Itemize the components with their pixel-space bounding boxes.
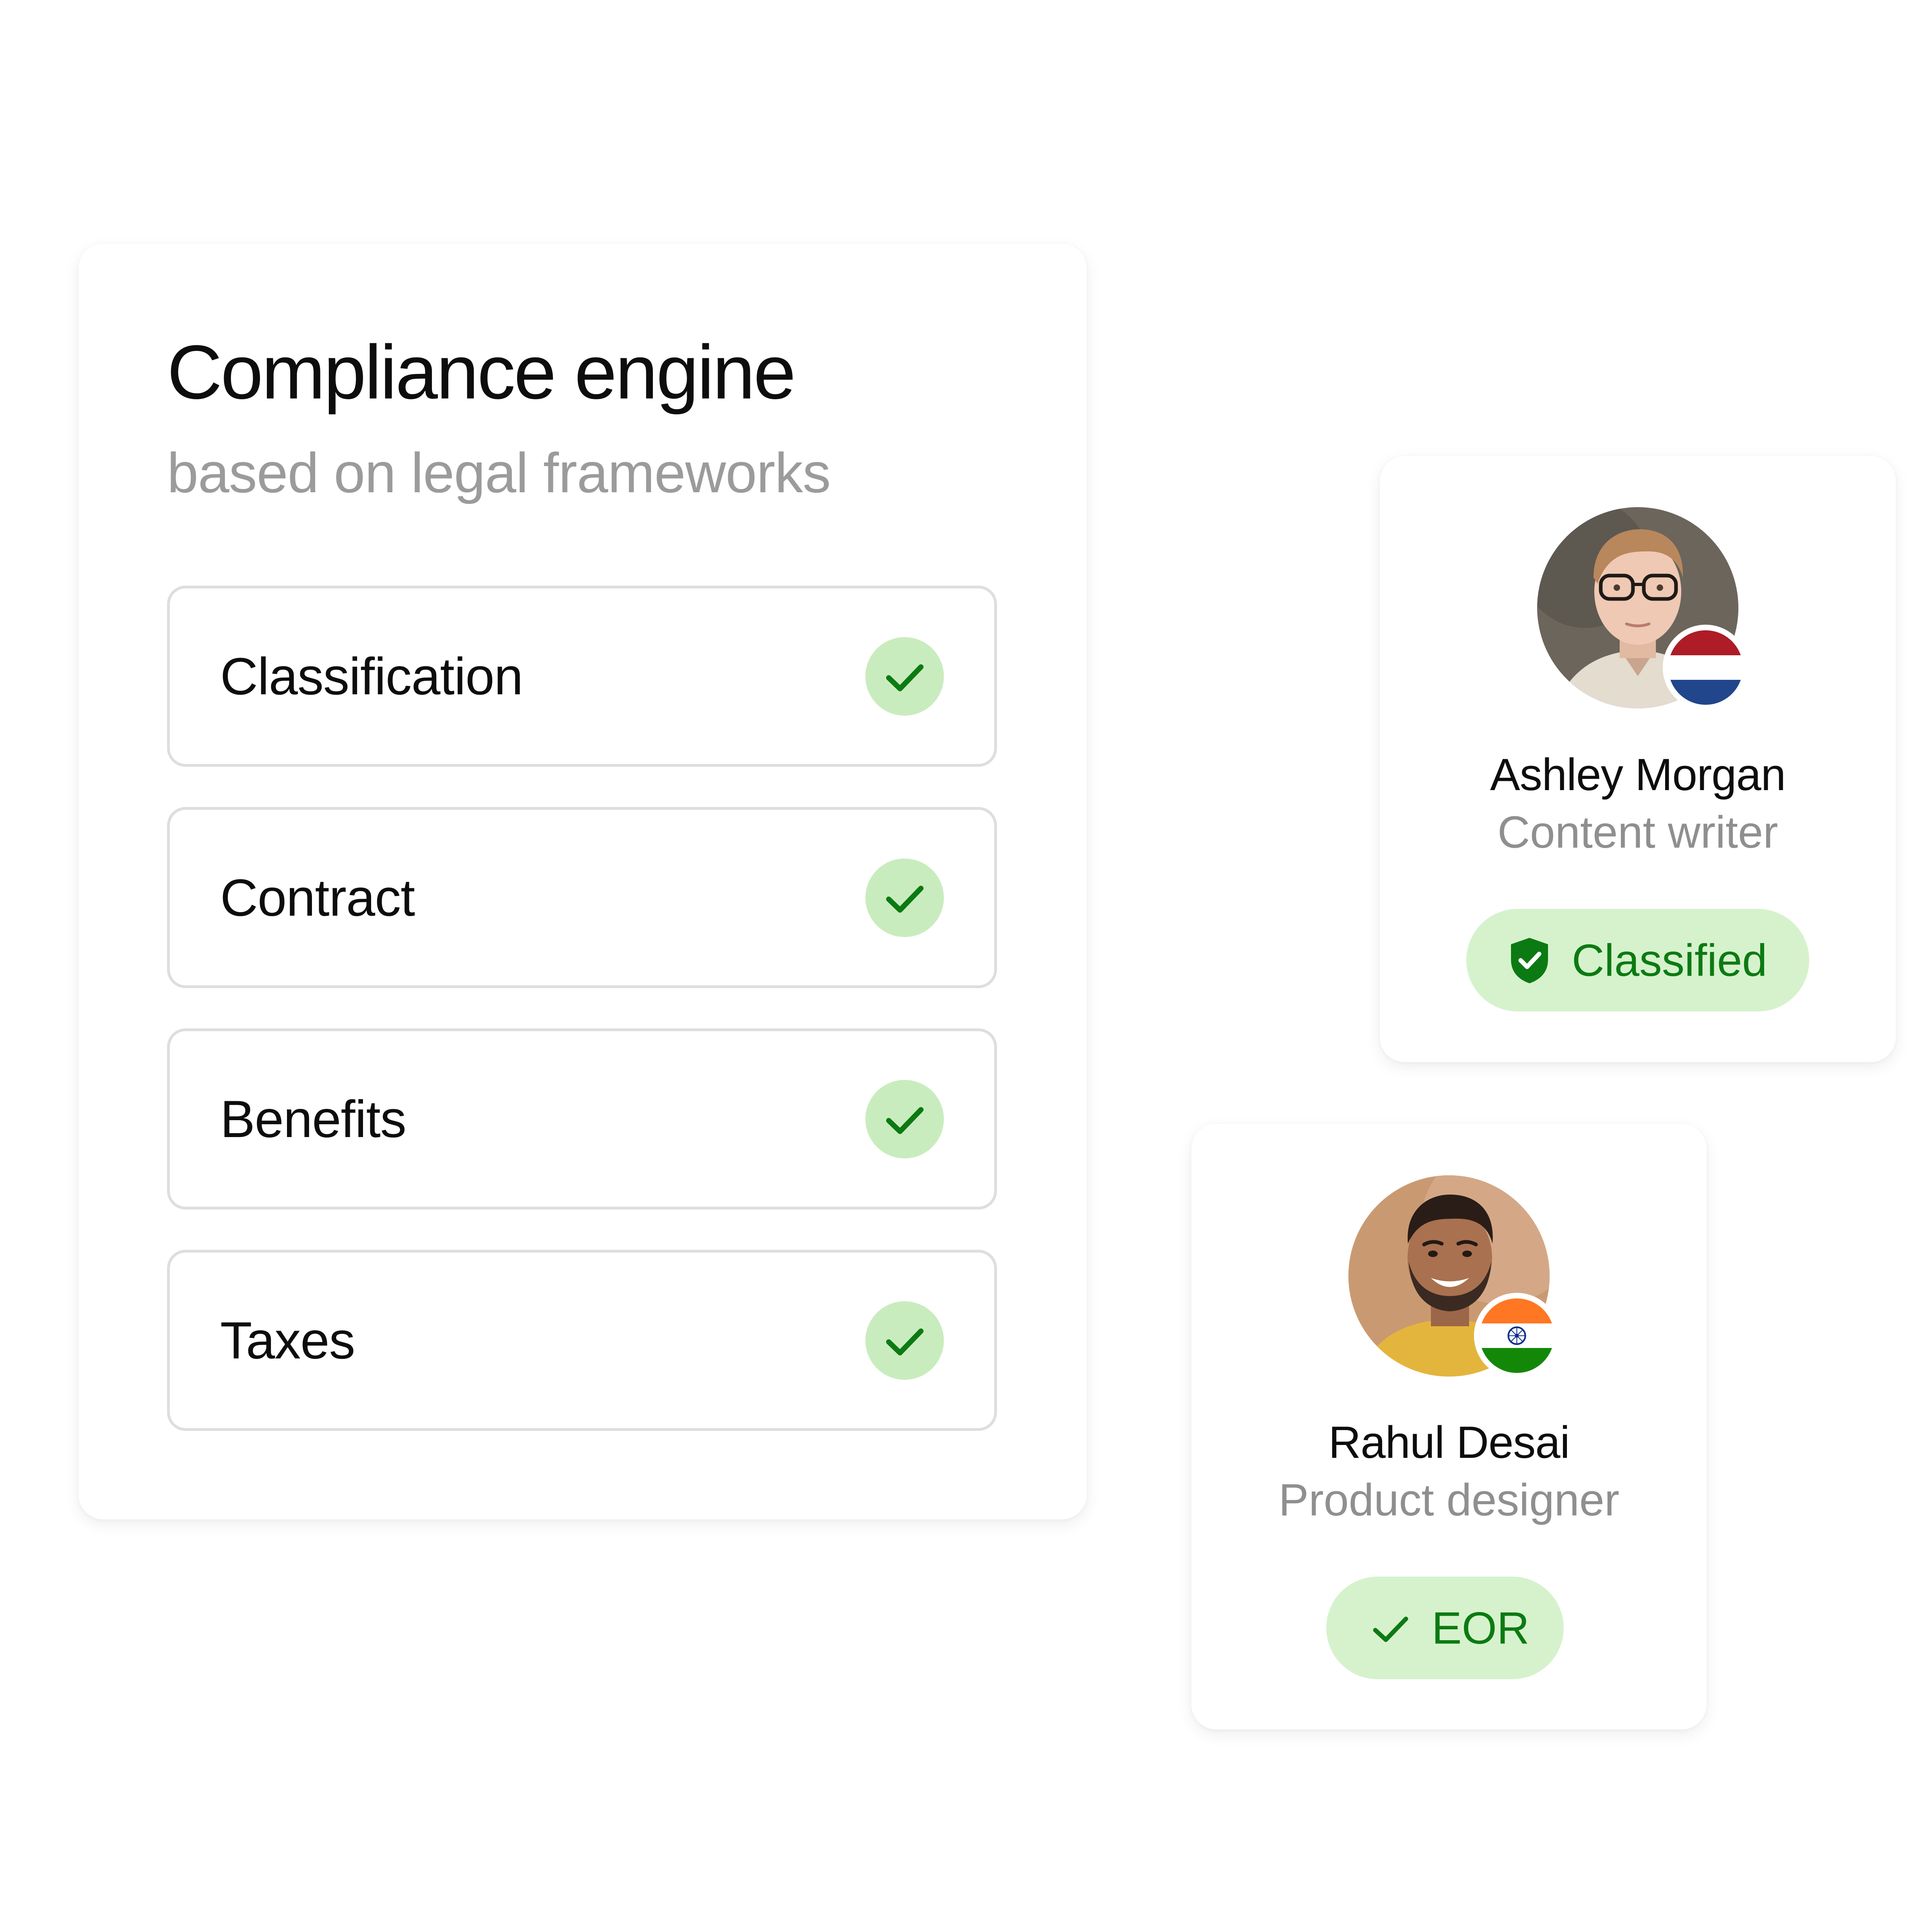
status-badge-eor: EOR	[1326, 1577, 1564, 1679]
status-badge-label: EOR	[1432, 1603, 1530, 1653]
checkmark-icon	[865, 859, 944, 937]
checkmark-icon	[1371, 1608, 1411, 1660]
compliance-card: Compliance engine based on legal framewo…	[78, 244, 1087, 1519]
checkmark-icon	[865, 1080, 944, 1158]
compliance-item-label: Benefits	[220, 1090, 407, 1148]
status-badge-label: Classified	[1572, 935, 1767, 985]
compliance-item-label: Taxes	[220, 1311, 355, 1370]
avatar-container	[1537, 507, 1748, 710]
compliance-subtitle: based on legal frameworks	[167, 441, 831, 504]
status-badge-classified: Classified	[1466, 909, 1809, 1011]
compliance-item-taxes[interactable]: Taxes	[167, 1250, 997, 1431]
person-card[interactable]: Ashley Morgan Content writer Classified	[1380, 456, 1896, 1062]
shield-check-icon	[1509, 936, 1551, 995]
compliance-title: Compliance engine	[167, 330, 796, 415]
india-flag-icon	[1474, 1293, 1560, 1379]
compliance-item-classification[interactable]: Classification	[167, 586, 997, 767]
person-name: Rahul Desai	[1328, 1417, 1570, 1468]
person-card[interactable]: Rahul Desai Product designer EOR	[1191, 1124, 1707, 1730]
compliance-item-benefits[interactable]: Benefits	[167, 1028, 997, 1210]
avatar-container	[1348, 1175, 1560, 1379]
checkmark-icon	[865, 637, 944, 716]
compliance-item-label: Classification	[220, 647, 523, 706]
person-role: Product designer	[1278, 1475, 1620, 1525]
person-name: Ashley Morgan	[1490, 749, 1786, 800]
compliance-item-label: Contract	[220, 868, 415, 927]
person-role: Content writer	[1497, 807, 1778, 857]
netherlands-flag-icon	[1663, 625, 1748, 710]
checkmark-icon	[865, 1301, 944, 1380]
compliance-item-contract[interactable]: Contract	[167, 807, 997, 988]
